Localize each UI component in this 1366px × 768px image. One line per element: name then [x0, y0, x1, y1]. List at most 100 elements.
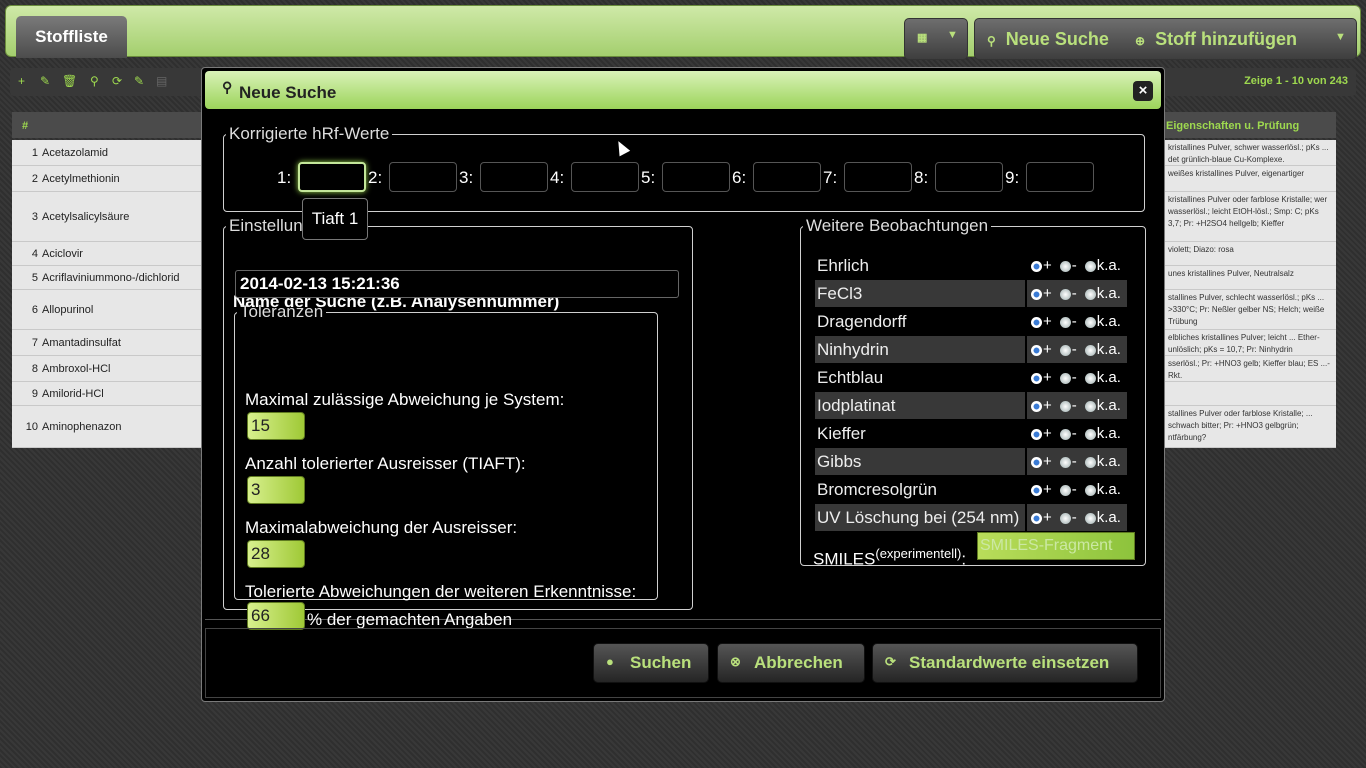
- dialog-body: Korrigierte hRf-Werte 1: 2: 3: 4: 5: 6: …: [205, 112, 1161, 630]
- cancel-circle-icon: ⊗: [730, 654, 741, 669]
- search-button[interactable]: ● Suchen: [593, 643, 709, 683]
- table-row[interactable]: 4 Aciclovir: [12, 242, 224, 266]
- hrf-legend: Korrigierte hRf-Werte: [229, 124, 390, 143]
- hrf-input-5[interactable]: [662, 162, 730, 192]
- view-menu-button[interactable]: ▦ ▼: [904, 18, 968, 60]
- delete-icon[interactable]: 🗑: [62, 74, 77, 88]
- new-search-dialog: ⚲ Neue Suche × Korrigierte hRf-Werte 1: …: [201, 67, 1165, 702]
- tolerated-suffix: % der gemachten Angaben: [307, 610, 513, 629]
- search-toolbar: ⚲ Neue Suche ⊕ Stoff hinzufügen ▼: [974, 18, 1357, 60]
- obs-row-fecl3: FeCl3 + - k.a.: [815, 280, 1127, 307]
- obs-row-ehrlich: Ehrlich + - k.a.: [815, 252, 1127, 279]
- obs-radio-group[interactable]: + - k.a.: [1027, 420, 1127, 447]
- refresh-icon: ⟳: [885, 654, 896, 669]
- defaults-button[interactable]: ⟳ Standardwerte einsetzen: [872, 643, 1138, 683]
- hrf-label-6: 6:: [732, 168, 747, 187]
- properties-cell: elbliches kristallines Pulver; leicht ..…: [1164, 330, 1336, 356]
- table-row[interactable]: 2 Acetylmethionin: [12, 166, 224, 192]
- new-search-button[interactable]: ⚲ Neue Suche: [987, 29, 1109, 50]
- outliers-label: Anzahl tolerierter Ausreisser (TIAFT):: [245, 454, 526, 473]
- table-row[interactable]: 7 Amantadinsulfat: [12, 330, 224, 356]
- col-number[interactable]: #: [22, 120, 28, 132]
- obs-radio-group[interactable]: + - k.a.: [1027, 364, 1127, 391]
- hrf-label-9: 9:: [1005, 168, 1020, 187]
- obs-radio-group[interactable]: + - k.a.: [1027, 336, 1127, 363]
- hrf-input-1[interactable]: [298, 162, 366, 192]
- search-icon: ⚲: [987, 34, 996, 48]
- dialog-titlebar[interactable]: ⚲ Neue Suche ×: [205, 71, 1161, 109]
- refresh-icon[interactable]: ⟳: [112, 74, 122, 88]
- smiles-input[interactable]: SMILES-Fragment: [977, 532, 1135, 560]
- top-bar: Stoffliste ▦ ▼ ⚲ Neue Suche ⊕ Stoff hinzuf…: [5, 5, 1361, 60]
- observations-legend: Weitere Beobachtungen: [806, 216, 989, 235]
- plus-circle-icon: ⊕: [1135, 34, 1146, 48]
- edit-icon[interactable]: ✎: [134, 74, 144, 88]
- chevron-down-icon: ▼: [947, 29, 958, 41]
- properties-cell: sserlösl.; Pr: +HNO3 gelb; Kieffer blau;…: [1164, 356, 1336, 382]
- properties-cell: stallines Pulver oder farblose Kristalle…: [1164, 406, 1336, 448]
- obs-row-iodplatinat: Iodplatinat + - k.a.: [815, 392, 1127, 419]
- obs-radio-group[interactable]: + - k.a.: [1027, 252, 1127, 279]
- properties-cell: violett; Diazo: rosa: [1164, 242, 1336, 266]
- search-icon[interactable]: ⚲: [90, 74, 99, 88]
- add-substance-button[interactable]: ⊕ Stoff hinzufügen: [1135, 29, 1297, 50]
- table-row[interactable]: 10 Aminophenazon: [12, 406, 224, 448]
- pager-info: Zeige 1 - 10 von 243: [1244, 75, 1348, 87]
- hrf-input-7[interactable]: [844, 162, 912, 192]
- table-row[interactable]: 1 Acetazolamid: [12, 140, 224, 166]
- table-row[interactable]: 9 Amilorid-HCl: [12, 382, 224, 406]
- table-row[interactable]: 6 Allopurinol: [12, 290, 224, 330]
- properties-cell: kristallines Pulver oder farblose Krista…: [1164, 192, 1336, 242]
- obs-radio-group[interactable]: + - k.a.: [1027, 392, 1127, 419]
- hrf-label-1: 1:: [277, 168, 292, 187]
- obs-row-ninhydrin: Ninhydrin + - k.a.: [815, 336, 1127, 363]
- chevron-down-icon[interactable]: ▼: [1335, 31, 1346, 43]
- check-circle-icon: ●: [606, 654, 614, 669]
- properties-cell: [1164, 382, 1336, 406]
- obs-row-echtblau: Echtblau + - k.a.: [815, 364, 1127, 391]
- table-row[interactable]: 3 Acetylsalicylsäure: [12, 192, 224, 242]
- obs-radio-group[interactable]: + - k.a.: [1027, 448, 1127, 475]
- max-deviation-label: Maximal zulässige Abweichung je System:: [245, 390, 565, 409]
- hrf-label-4: 4:: [550, 168, 565, 187]
- hrf-input-2[interactable]: [389, 162, 457, 192]
- dialog-title: Neue Suche: [239, 83, 337, 102]
- obs-row-bromcresolgruen: Bromcresolgrün + - k.a.: [815, 476, 1127, 503]
- outliers-input[interactable]: 3: [247, 476, 305, 504]
- table-row[interactable]: 8 Ambroxol-HCl: [12, 356, 224, 382]
- max-deviation-input[interactable]: 15: [247, 412, 305, 440]
- search-name-input[interactable]: 2014-02-13 15:21:36: [235, 270, 679, 298]
- hrf-label-5: 5:: [641, 168, 656, 187]
- edit-icon[interactable]: ✎: [40, 74, 50, 88]
- obs-row-gibbs: Gibbs + - k.a.: [815, 448, 1127, 475]
- close-button[interactable]: ×: [1133, 81, 1153, 101]
- outlier-deviation-label: Maximalabweichung der Ausreisser:: [245, 518, 518, 537]
- hrf-tooltip: Tiaft 1: [302, 198, 368, 240]
- hrf-input-4[interactable]: [571, 162, 639, 192]
- obs-radio-group[interactable]: + - k.a.: [1027, 308, 1127, 335]
- tab-stoffliste[interactable]: Stoffliste: [16, 16, 127, 58]
- properties-cell: unes kristallines Pulver, Neutralsalz: [1164, 266, 1336, 290]
- properties-cell: weißes kristallines Pulver, eigenartiger: [1164, 166, 1336, 192]
- hrf-input-6[interactable]: [753, 162, 821, 192]
- archive-icon[interactable]: ▤: [156, 74, 167, 88]
- properties-cell: kristallines Pulver, schwer wasserlösl.;…: [1164, 140, 1336, 166]
- table-row[interactable]: 5 Acriflaviniummono-/dichlorid: [12, 266, 224, 290]
- cancel-button[interactable]: ⊗ Abbrechen: [717, 643, 865, 683]
- hrf-input-3[interactable]: [480, 162, 548, 192]
- obs-radio-group[interactable]: + - k.a.: [1027, 476, 1127, 503]
- hrf-input-9[interactable]: [1026, 162, 1094, 192]
- hrf-label-7: 7:: [823, 168, 838, 187]
- outlier-deviation-input[interactable]: 28: [247, 540, 305, 568]
- hrf-label-2: 2:: [368, 168, 383, 187]
- grid-icon: ▦: [917, 32, 928, 44]
- hrf-label-3: 3:: [459, 168, 474, 187]
- obs-radio-group[interactable]: + - k.a.: [1027, 504, 1127, 531]
- col-properties[interactable]: Eigenschaften u. Prüfung: [1166, 120, 1299, 132]
- tolerated-input[interactable]: 66: [247, 602, 305, 630]
- obs-radio-group[interactable]: + - k.a.: [1027, 280, 1127, 307]
- add-icon[interactable]: +: [18, 74, 25, 88]
- tolerances-legend: Toleranzen: [240, 302, 324, 321]
- search-icon: ⚲: [222, 79, 233, 95]
- hrf-input-8[interactable]: [935, 162, 1003, 192]
